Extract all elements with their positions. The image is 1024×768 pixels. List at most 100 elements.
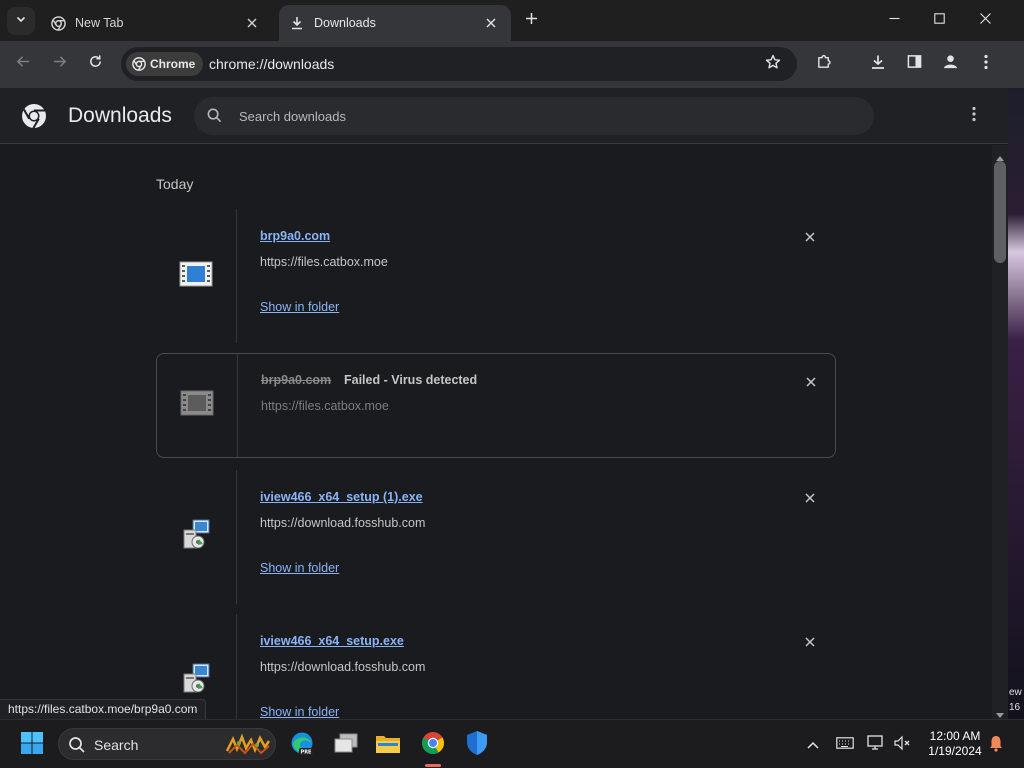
taskbar-chrome[interactable] (417, 729, 449, 761)
search-downloads-field[interactable] (194, 97, 874, 135)
downloads-toolbar-button[interactable] (864, 50, 892, 78)
network-button[interactable] (865, 734, 887, 756)
tab-search-button[interactable] (7, 7, 35, 35)
back-button[interactable] (9, 50, 37, 78)
close-icon (979, 11, 991, 29)
reload-button[interactable] (81, 50, 109, 78)
page-scrollbar[interactable] (992, 145, 1008, 719)
download-item: iview466_x64_setup.exe https://download.… (156, 614, 836, 719)
close-tab-icon[interactable] (481, 13, 501, 33)
forward-button[interactable] (45, 50, 73, 78)
tab-new-tab[interactable]: New Tab (40, 5, 272, 41)
chrome-icon (132, 57, 146, 71)
show-in-folder-link[interactable]: Show in folder (260, 300, 339, 314)
tab-title: Downloads (314, 16, 376, 30)
url-text[interactable]: chrome://downloads (209, 56, 334, 72)
desktop-icon-label: ew (1009, 687, 1022, 698)
show-hidden-icons-button[interactable] (804, 735, 822, 755)
search-highlight-image (225, 733, 271, 757)
chrome-menu-button[interactable] (972, 50, 1000, 78)
chevron-down-icon (15, 12, 27, 30)
speaker-muted-icon (893, 735, 911, 756)
taskbar-search-box[interactable]: Search (58, 728, 276, 760)
document-file-icon (179, 261, 213, 292)
shield-icon (465, 730, 489, 761)
maximize-icon (933, 11, 945, 29)
taskbar-file-explorer[interactable] (372, 729, 404, 761)
taskbar-task-view[interactable] (330, 729, 362, 761)
arrow-left-icon (16, 54, 31, 74)
folder-icon (375, 732, 401, 759)
search-input[interactable] (239, 106, 839, 126)
downloads-menu-button[interactable] (962, 104, 986, 128)
volume-button[interactable] (891, 735, 913, 755)
side-panel-icon (907, 54, 922, 74)
search-icon (206, 107, 223, 129)
chevron-up-icon (807, 736, 819, 754)
download-icon (289, 15, 305, 31)
installer-file-icon (180, 662, 212, 701)
close-tab-icon[interactable] (242, 13, 262, 33)
close-icon (805, 493, 815, 503)
scrollbar-thumb[interactable] (994, 161, 1006, 263)
bookmark-star-button[interactable] (761, 52, 785, 76)
plus-icon (525, 12, 538, 30)
maximize-button[interactable] (916, 0, 962, 40)
taskbar-clock[interactable]: 12:00 AM 1/19/2024 (918, 729, 992, 759)
star-icon (765, 54, 781, 75)
clock-date: 1/19/2024 (928, 744, 982, 758)
svg-text:PRE: PRE (301, 749, 313, 755)
remove-item-button[interactable] (800, 632, 820, 652)
downloads-list: Today brp9a0.com https://files.catbox.mo… (0, 145, 992, 719)
start-button[interactable] (16, 729, 48, 761)
installer-file-icon (180, 518, 212, 557)
remove-item-button[interactable] (800, 488, 820, 508)
file-name-link[interactable]: iview466_x64_setup.exe (260, 634, 404, 648)
extensions-button[interactable] (810, 50, 838, 78)
site-info-chip[interactable]: Chrome (126, 52, 204, 76)
reload-icon (88, 54, 103, 74)
new-tab-button[interactable] (519, 9, 543, 33)
side-panel-button[interactable] (900, 50, 928, 78)
taskbar-edge-beta[interactable]: PRE (286, 729, 318, 761)
desktop-icon-label: 16 (1009, 702, 1021, 713)
download-status: Failed - Virus detected (344, 373, 478, 387)
browser-toolbar: Chrome chrome://downloads (0, 41, 1024, 88)
link-status-bubble: https://files.catbox.moe/brp9a0.com (0, 699, 207, 719)
network-icon (867, 734, 885, 756)
active-app-indicator (425, 764, 441, 767)
show-in-folder-link[interactable]: Show in folder (260, 561, 339, 575)
close-window-button[interactable] (962, 0, 1008, 40)
close-icon (806, 377, 816, 387)
file-icon-column (156, 209, 237, 343)
date-heading: Today (156, 176, 194, 192)
remove-item-button[interactable] (801, 372, 821, 392)
taskbar-defender[interactable] (461, 729, 493, 761)
file-name-link[interactable]: iview466_x64_setup (1).exe (260, 490, 423, 504)
avatar-icon (942, 53, 959, 75)
address-bar[interactable]: Chrome chrome://downloads (121, 47, 797, 81)
download-item: brp9a0.com https://files.catbox.moe Show… (156, 209, 836, 343)
file-icon-column (156, 470, 237, 604)
profile-button[interactable] (936, 50, 964, 78)
keyboard-layout-button[interactable] (834, 735, 856, 755)
edge-browser-icon: PRE (289, 730, 315, 761)
chrome-icon (420, 730, 446, 761)
kebab-menu-icon (984, 54, 988, 75)
file-name-link[interactable]: brp9a0.com (260, 229, 330, 243)
minimize-button[interactable] (871, 0, 917, 40)
notification-button[interactable] (986, 735, 1006, 755)
taskbar-search-label: Search (94, 737, 139, 753)
windows-logo-icon (20, 731, 44, 760)
remove-item-button[interactable] (800, 227, 820, 247)
file-source-url: https://files.catbox.moe (261, 399, 389, 413)
clock-time: 12:00 AM (929, 729, 981, 743)
tab-downloads[interactable]: Downloads (279, 5, 511, 41)
search-icon (68, 736, 86, 759)
download-item-failed: brp9a0.com Failed - Virus detected https… (156, 353, 836, 458)
desktop-background (1008, 88, 1024, 719)
download-icon (870, 54, 886, 75)
file-source-url: https://files.catbox.moe (260, 255, 388, 269)
puzzle-icon (816, 53, 833, 75)
show-in-folder-link[interactable]: Show in folder (260, 705, 339, 719)
